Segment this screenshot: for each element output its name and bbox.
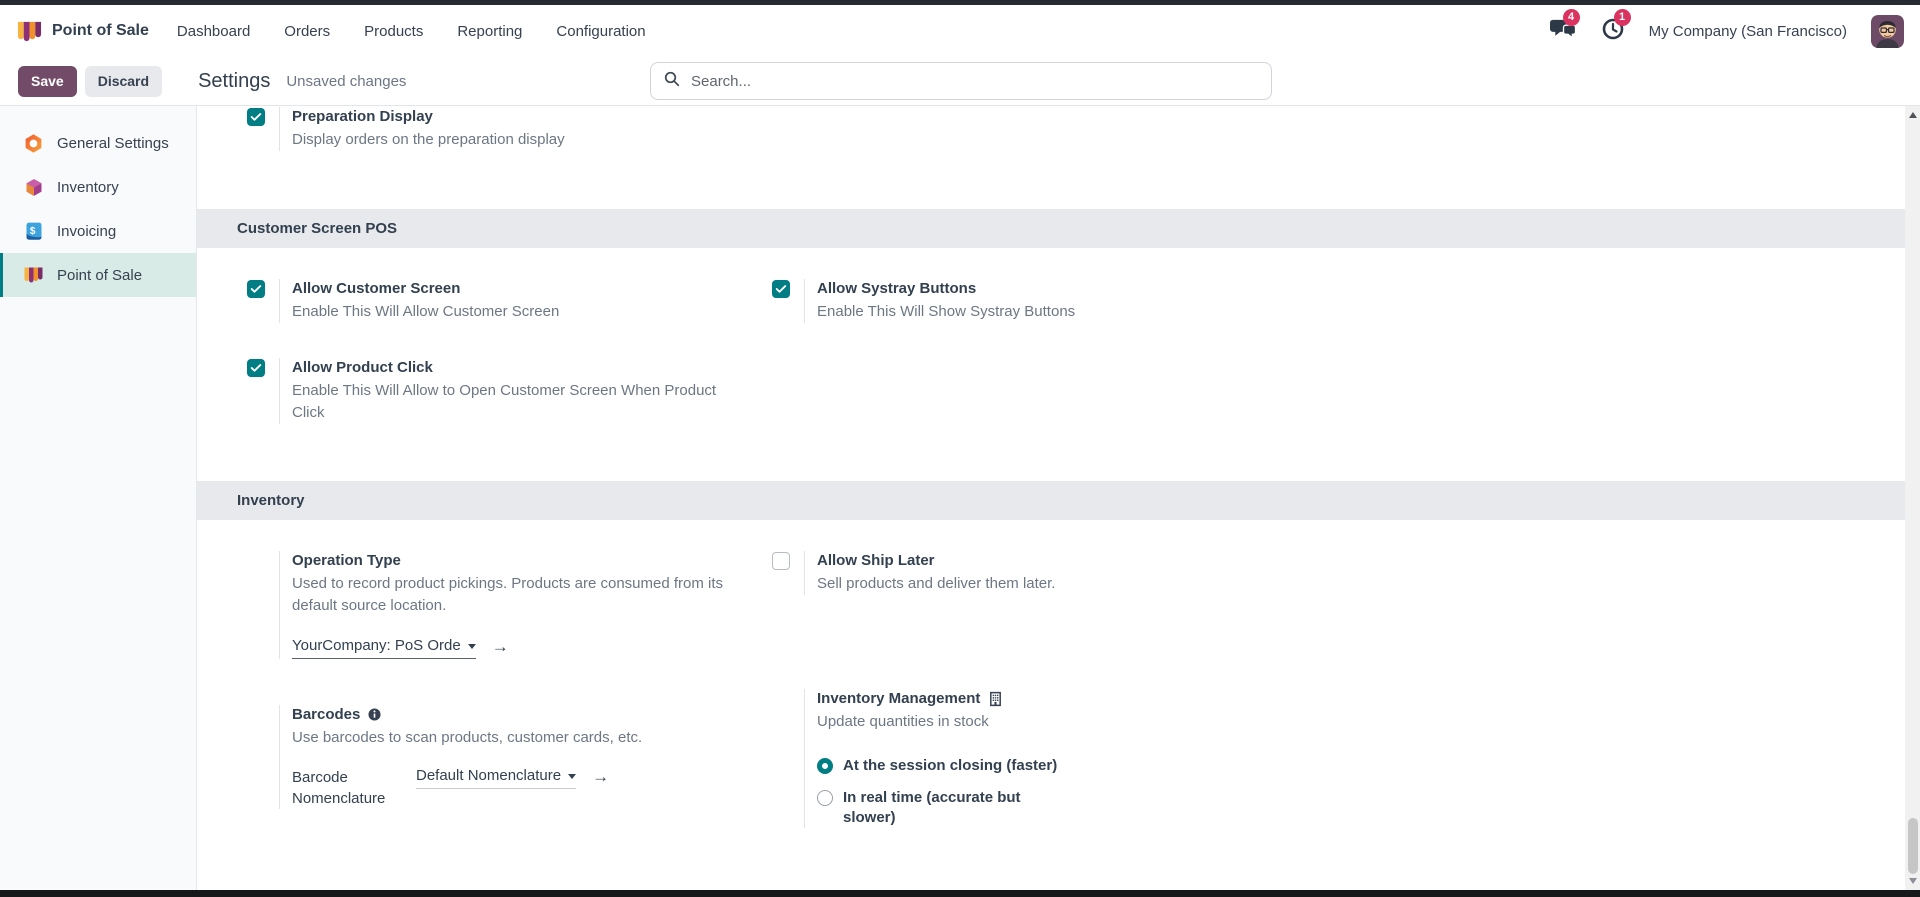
nav-item-orders[interactable]: Orders: [282, 19, 332, 44]
discard-button[interactable]: Discard: [85, 66, 162, 97]
nav-item-dashboard[interactable]: Dashboard: [175, 19, 252, 44]
search-icon: [664, 71, 680, 92]
setting-description: Enable This Will Allow to Open Customer …: [292, 380, 727, 424]
section-header-customer-screen-pos: Customer Screen POS: [197, 209, 1905, 248]
setting-description: Used to record product pickings. Product…: [292, 573, 737, 617]
sidebar-item-inventory[interactable]: Inventory: [0, 165, 196, 209]
company-switcher[interactable]: My Company (San Francisco): [1649, 23, 1847, 40]
inventory-app-icon: [23, 177, 44, 198]
barcode-nomenclature-dropdown[interactable]: Default Nomenclature: [416, 767, 576, 789]
setting-label: Allow Product Click: [292, 358, 727, 377]
setting-inventory-management: Inventory Management Update quantities i…: [772, 689, 1292, 828]
allow-systray-buttons-checkbox[interactable]: [772, 280, 790, 298]
setting-allow-ship-later: Allow Ship Later Sell products and deliv…: [772, 551, 1292, 595]
nav-item-products[interactable]: Products: [362, 19, 425, 44]
operation-type-dropdown[interactable]: YourCompany: PoS Orde: [292, 637, 476, 659]
setting-description: Sell products and deliver them later.: [817, 573, 1055, 595]
setting-description: Display orders on the preparation displa…: [292, 129, 565, 151]
radio-at-session-closing[interactable]: [817, 758, 833, 774]
unsaved-changes-status: Unsaved changes: [286, 73, 406, 90]
section-title: Customer Screen POS: [237, 220, 397, 237]
barcode-nomenclature-label: Barcode Nomenclature: [292, 767, 400, 809]
setting-allow-systray-buttons: Allow Systray Buttons Enable This Will S…: [772, 279, 1292, 323]
setting-label: Preparation Display: [292, 107, 565, 126]
navbar: Point of Sale Dashboard Orders Products …: [0, 5, 1920, 57]
setting-preparation-display: Preparation Display Display orders on th…: [247, 107, 767, 151]
radio-in-real-time[interactable]: [817, 790, 833, 806]
allow-ship-later-checkbox[interactable]: [772, 552, 790, 570]
building-icon: [988, 691, 1003, 707]
search-input[interactable]: [689, 72, 1258, 91]
general-settings-icon: [23, 133, 44, 154]
scrollbar-down-arrow-icon[interactable]: [1909, 878, 1917, 884]
invoicing-app-icon: $: [23, 221, 44, 242]
control-panel: Save Discard Settings Unsaved changes: [0, 57, 1920, 106]
sidebar-item-invoicing[interactable]: $ Invoicing: [0, 209, 196, 253]
app-name: Point of Sale: [52, 22, 149, 40]
sidebar-item-label: Invoicing: [57, 223, 116, 240]
setting-label: Allow Customer Screen: [292, 279, 559, 298]
sidebar-item-point-of-sale[interactable]: Point of Sale: [0, 253, 196, 297]
setting-operation-type: Operation Type Used to record product pi…: [247, 551, 767, 659]
scrollbar-thumb[interactable]: [1908, 818, 1918, 874]
radio-option-label: At the session closing (faster): [843, 756, 1057, 776]
allow-product-click-checkbox[interactable]: [247, 359, 265, 377]
info-circle-icon: [368, 708, 381, 721]
pos-awning-icon: [16, 19, 43, 44]
barcode-nomenclature-internal-link-arrow-icon[interactable]: →: [592, 767, 609, 786]
sidebar-item-label: General Settings: [57, 135, 169, 152]
setting-allow-product-click: Allow Product Click Enable This Will All…: [247, 358, 767, 424]
nav-item-reporting[interactable]: Reporting: [455, 19, 524, 44]
radio-option-real-time: In real time (accurate but slower): [817, 788, 1058, 828]
navbar-right: 4 1 My Company (San Francisco): [1550, 15, 1904, 48]
setting-label: Operation Type: [292, 551, 737, 570]
setting-description: Enable This Will Show Systray Buttons: [817, 301, 1075, 323]
scrollbar-up-arrow-icon[interactable]: [1909, 112, 1917, 118]
odoo-settings-window: Point of Sale Dashboard Orders Products …: [0, 0, 1920, 897]
check-icon: [250, 283, 262, 295]
save-button[interactable]: Save: [18, 66, 77, 97]
preparation-display-checkbox[interactable]: [247, 108, 265, 126]
settings-sidebar: General Settings Inventory $ Invoicing: [0, 106, 197, 890]
setting-barcodes: Barcodes Use barcodes to scan products, …: [247, 705, 767, 809]
activities-button[interactable]: 1: [1601, 17, 1625, 46]
setting-label: Inventory Management: [817, 689, 980, 708]
activities-badge: 1: [1614, 9, 1631, 26]
setting-label: Allow Systray Buttons: [817, 279, 1075, 298]
sidebar-item-label: Inventory: [57, 179, 119, 196]
operation-type-value: YourCompany: PoS Orde: [292, 637, 461, 654]
setting-allow-customer-screen: Allow Customer Screen Enable This Will A…: [247, 279, 767, 323]
chevron-down-icon: [568, 774, 576, 779]
setting-label: Barcodes: [292, 705, 360, 724]
window-bottom-strip: [0, 890, 1920, 897]
sidebar-item-general-settings[interactable]: General Settings: [0, 121, 196, 165]
barcode-nomenclature-value: Default Nomenclature: [416, 767, 561, 784]
sidebar-item-label: Point of Sale: [57, 267, 142, 284]
allow-customer-screen-checkbox[interactable]: [247, 280, 265, 298]
app-switcher[interactable]: Point of Sale: [16, 19, 149, 44]
svg-text:$: $: [29, 226, 35, 237]
setting-description: Use barcodes to scan products, customer …: [292, 727, 642, 749]
check-icon: [775, 283, 787, 295]
section-header-inventory: Inventory: [197, 481, 1905, 520]
chevron-down-icon: [468, 644, 476, 649]
check-icon: [250, 362, 262, 374]
check-icon: [250, 111, 262, 123]
page-title: Settings: [198, 70, 270, 93]
nav-menu: Dashboard Orders Products Reporting Conf…: [175, 19, 648, 44]
search-box[interactable]: [650, 62, 1272, 100]
vertical-scrollbar[interactable]: [1905, 106, 1920, 890]
user-menu-avatar[interactable]: [1871, 15, 1904, 48]
messages-badge: 4: [1563, 9, 1580, 26]
operation-type-internal-link-arrow-icon[interactable]: →: [492, 637, 509, 656]
section-title: Inventory: [237, 492, 305, 509]
point-of-sale-app-icon: [23, 265, 44, 286]
setting-label: Allow Ship Later: [817, 551, 1055, 570]
radio-option-label: In real time (accurate but slower): [843, 788, 1058, 828]
setting-description: Update quantities in stock: [817, 711, 1058, 733]
radio-option-session-closing: At the session closing (faster): [817, 756, 1058, 776]
messages-button[interactable]: 4: [1550, 17, 1577, 46]
setting-description: Enable This Will Allow Customer Screen: [292, 301, 559, 323]
nav-item-configuration[interactable]: Configuration: [554, 19, 647, 44]
